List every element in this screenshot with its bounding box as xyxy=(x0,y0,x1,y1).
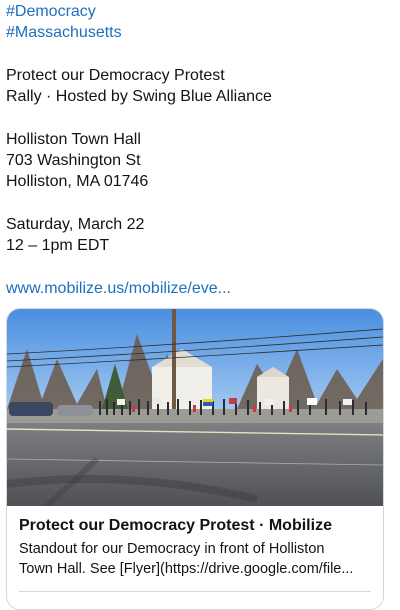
card-divider xyxy=(19,591,371,592)
event-title-line1: Protect our Democracy Protest xyxy=(6,66,225,84)
address-city: Holliston, MA 01746 xyxy=(6,173,149,191)
hashtag-massachusetts[interactable]: #Massachusetts xyxy=(6,22,394,43)
card-description-line2: Town Hall. See [Flyer](https://drive.goo… xyxy=(19,560,354,577)
card-description: Standout for our Democracy in front of H… xyxy=(19,540,371,579)
protest-photo[interactable] xyxy=(7,309,383,506)
event-link[interactable]: www.mobilize.us/mobilize/eve... xyxy=(6,278,394,299)
card-title[interactable]: Protect our Democracy Protest · Mobilize xyxy=(19,515,371,536)
event-title-line2: Rally · Hosted by Swing Blue Alliance xyxy=(6,88,272,106)
address-venue: Holliston Town Hall xyxy=(6,130,141,148)
link-preview-card[interactable]: Protect our Democracy Protest · Mobilize… xyxy=(6,308,384,610)
address-street: 703 Washington St xyxy=(6,152,141,170)
event-time: 12 – 1pm EDT xyxy=(6,237,110,255)
post-body: #Democracy #Massachusetts Protect our De… xyxy=(0,1,400,299)
card-description-line1: Standout for our Democracy in front of H… xyxy=(19,541,325,557)
event-date: Saturday, March 22 xyxy=(6,215,145,233)
hashtag-democracy[interactable]: #Democracy xyxy=(6,1,394,22)
